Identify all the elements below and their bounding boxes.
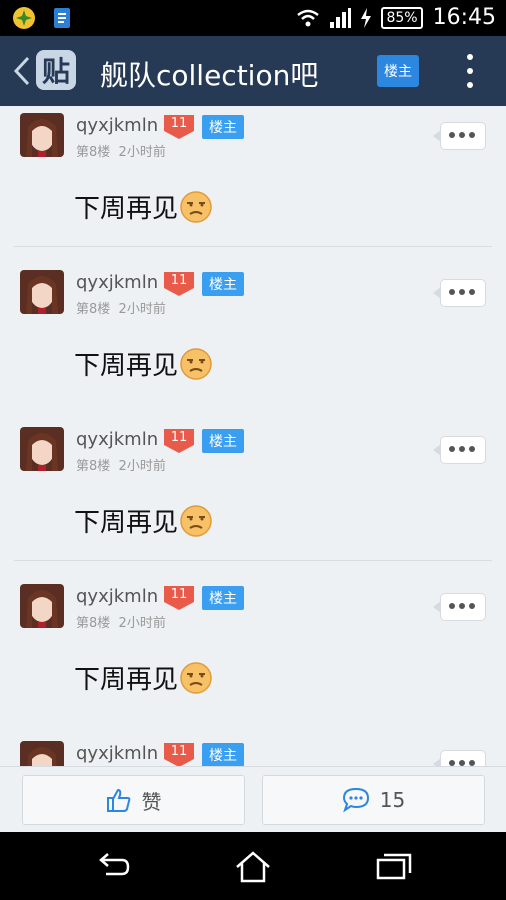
user-level: 11 xyxy=(170,430,188,445)
post-meta: 第8楼 2小时前 xyxy=(76,455,166,474)
tieba-logo[interactable]: 贴 xyxy=(36,50,76,90)
post-list[interactable]: qyxjkmln 11 楼主 第8楼 2小时前 下周再见 qyxjkmln 11… xyxy=(0,106,506,766)
signal-icon xyxy=(330,7,352,28)
unamused-emoji-icon xyxy=(180,347,212,380)
owner-tag: 楼主 xyxy=(202,272,244,296)
post-meta: 第8楼 2小时前 xyxy=(76,141,166,160)
post-text: 下周再见 xyxy=(74,665,179,695)
wifi-icon xyxy=(297,9,320,26)
only-owner-button[interactable]: 楼主 xyxy=(377,55,419,87)
username[interactable]: qyxjkmln xyxy=(76,743,158,764)
floor-number: 第8楼 xyxy=(76,616,111,631)
like-button[interactable]: 赞 xyxy=(22,775,245,825)
comment-icon xyxy=(342,787,369,813)
post-content: 下周再见 xyxy=(74,345,212,382)
user-avatar[interactable] xyxy=(20,427,64,471)
more-options-button[interactable] xyxy=(433,279,486,307)
owner-tag: 楼主 xyxy=(202,743,244,766)
post-meta: 第8楼 2小时前 xyxy=(76,298,166,317)
user-avatar[interactable] xyxy=(20,584,64,628)
charging-icon xyxy=(361,7,372,28)
floor-number: 第8楼 xyxy=(76,145,111,160)
home-nav-icon[interactable] xyxy=(233,850,273,884)
post-time: 2小时前 xyxy=(118,459,166,474)
username[interactable]: qyxjkmln xyxy=(76,586,158,607)
overflow-menu-icon[interactable] xyxy=(462,54,478,88)
status-bar: 85% 16:45 xyxy=(0,0,506,36)
forum-title: 舰队collection吧 xyxy=(100,59,319,92)
user-avatar[interactable] xyxy=(20,113,64,157)
more-options-button[interactable] xyxy=(433,122,486,150)
user-level: 11 xyxy=(170,273,188,288)
more-options-button[interactable] xyxy=(433,436,486,464)
post-item: qyxjkmln 11 楼主 第8楼 2小时前 下周再见 xyxy=(0,577,506,734)
post-content: 下周再见 xyxy=(74,188,212,225)
post-text: 下周再见 xyxy=(74,508,179,538)
post-item: qyxjkmln 11 楼主 第8楼 2小时前 下周再见 xyxy=(0,420,506,577)
post-item: qyxjkmln 11 楼主 第8楼 2小时前 下周再见 xyxy=(0,263,506,420)
owner-tag: 楼主 xyxy=(202,429,244,453)
post-time: 2小时前 xyxy=(118,302,166,317)
post-time: 2小时前 xyxy=(118,616,166,631)
user-level: 11 xyxy=(170,744,188,759)
post-text: 下周再见 xyxy=(74,194,179,224)
recent-apps-nav-icon[interactable] xyxy=(374,850,414,884)
bottom-action-bar: 赞 15 xyxy=(0,766,506,833)
post-divider xyxy=(14,246,492,247)
app-notification-icon xyxy=(13,7,35,29)
like-label: 赞 xyxy=(141,789,162,814)
post-meta: 第8楼 2小时前 xyxy=(76,612,166,631)
post-item: qyxjkmln 11 楼主 第8楼 2小时前 下周再见 xyxy=(0,106,506,263)
post-content: 下周再见 xyxy=(74,659,212,696)
username[interactable]: qyxjkmln xyxy=(76,115,158,136)
owner-tag: 楼主 xyxy=(202,586,244,610)
clock: 16:45 xyxy=(432,5,496,30)
thumbs-up-icon xyxy=(106,788,130,812)
comment-count: 15 xyxy=(379,788,406,812)
back-icon[interactable] xyxy=(10,54,34,88)
comment-button[interactable]: 15 xyxy=(262,775,485,825)
unamused-emoji-icon xyxy=(180,661,212,694)
username[interactable]: qyxjkmln xyxy=(76,429,158,450)
more-options-button[interactable] xyxy=(433,593,486,621)
user-level: 11 xyxy=(170,587,188,602)
user-level: 11 xyxy=(170,116,188,131)
system-nav-bar xyxy=(0,832,506,900)
post-item: qyxjkmln 11 楼主 xyxy=(0,734,506,766)
battery-level: 85% xyxy=(381,6,423,29)
floor-number: 第8楼 xyxy=(76,459,111,474)
post-time: 2小时前 xyxy=(118,145,166,160)
floor-number: 第8楼 xyxy=(76,302,111,317)
user-avatar[interactable] xyxy=(20,741,64,766)
owner-tag: 楼主 xyxy=(202,115,244,139)
app-header: 贴 舰队collection吧 楼主 xyxy=(0,36,506,106)
user-avatar[interactable] xyxy=(20,270,64,314)
sim-notification-icon xyxy=(54,8,70,28)
post-content: 下周再见 xyxy=(74,502,212,539)
post-divider xyxy=(14,560,492,561)
back-nav-icon[interactable] xyxy=(94,850,134,884)
unamused-emoji-icon xyxy=(180,190,212,223)
more-options-button[interactable] xyxy=(433,750,486,766)
unamused-emoji-icon xyxy=(180,504,212,537)
username[interactable]: qyxjkmln xyxy=(76,272,158,293)
post-text: 下周再见 xyxy=(74,351,179,381)
